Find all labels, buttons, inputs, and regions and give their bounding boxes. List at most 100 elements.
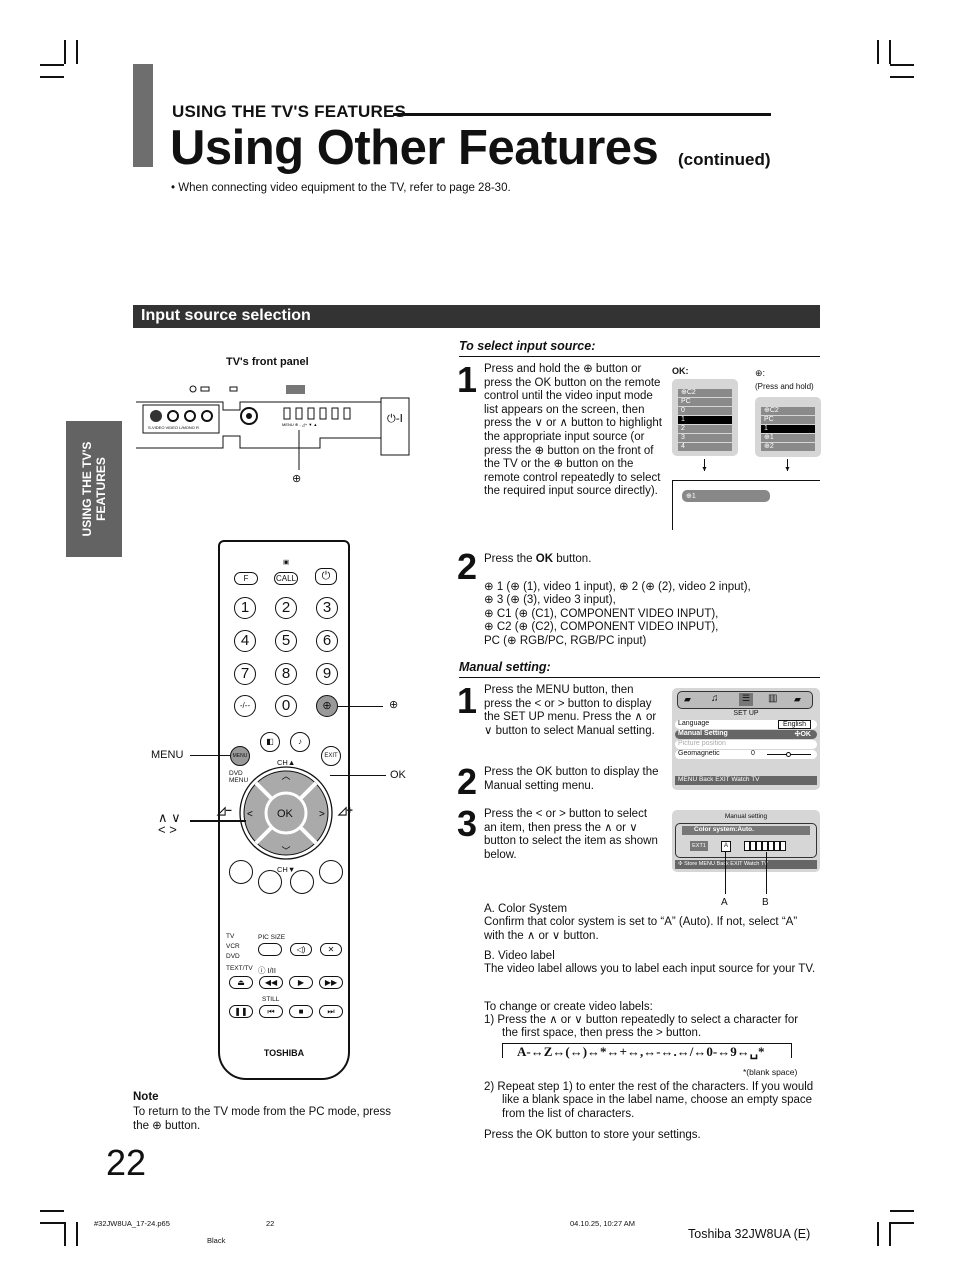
power-button-panel[interactable]: [380, 397, 410, 456]
text-tv-label: TEXT/TV: [226, 965, 253, 972]
vol-down-icon: ◿−: [217, 805, 232, 817]
remote-ff-button[interactable]: ▶▶: [319, 976, 343, 989]
remote-key-dash[interactable]: -/--: [234, 695, 256, 717]
panel-ch-down-button[interactable]: [331, 407, 339, 420]
osd-list-item[interactable]: 2: [678, 425, 732, 433]
indicator-led: [200, 386, 210, 392]
remote-key-3[interactable]: 3: [316, 597, 338, 619]
input-label: EXT1: [690, 841, 708, 851]
manual-step-3-text: Press the < or > button to select an ite…: [484, 808, 658, 861]
remote-blue-button[interactable]: [319, 860, 343, 884]
remote-next-button[interactable]: ⏭: [319, 1005, 343, 1018]
panel-input-button[interactable]: [295, 407, 303, 420]
headphone-jack-center: [246, 413, 252, 419]
video-label-slots[interactable]: [744, 841, 786, 851]
remote-green-button[interactable]: [258, 870, 282, 894]
osd-list-item[interactable]: 4: [678, 443, 732, 451]
panel-ch-up-button[interactable]: [343, 407, 351, 420]
remote-rewind-button[interactable]: ◀◀: [259, 976, 283, 989]
remote-eject-button[interactable]: ⏏: [229, 976, 253, 989]
page-number: 22: [106, 1142, 147, 1183]
osd-result-bar: ⊕1: [682, 490, 770, 502]
remote-pic-size-button[interactable]: [258, 943, 282, 956]
crop-mark: [40, 1222, 64, 1224]
remote-yellow-button[interactable]: [290, 870, 314, 894]
call-indicator-icon: ▣: [283, 559, 290, 566]
osd-list-item[interactable]: 1: [761, 425, 815, 433]
osd-list-item[interactable]: 1: [678, 416, 732, 424]
osd-list-item[interactable]: ⊕C2: [678, 389, 732, 397]
osd-list-item[interactable]: 0: [678, 407, 732, 415]
remote-key-5[interactable]: 5: [275, 630, 297, 652]
side-tab-label: USING THE TV'S FEATURES: [80, 442, 108, 537]
osd-list-item[interactable]: ⊕2: [761, 443, 815, 451]
osd-list-item[interactable]: 3: [678, 434, 732, 442]
item-b-title: B. Video label: [484, 950, 555, 962]
color-system-value[interactable]: A: [721, 841, 731, 852]
remote-key-9[interactable]: 9: [316, 663, 338, 685]
mode-vcr[interactable]: VCR: [226, 942, 240, 952]
dpad-up-icon[interactable]: ︿: [281, 771, 290, 781]
change-labels-heading: To change or create video labels:: [484, 1001, 653, 1013]
panel-vol-down-button[interactable]: [307, 407, 315, 420]
remote-red-button[interactable]: [229, 860, 253, 884]
geomagnetic-slider-knob[interactable]: [786, 752, 791, 757]
mode-dvd[interactable]: DVD: [226, 952, 240, 962]
remote-stop-button[interactable]: ■: [289, 1005, 313, 1018]
setup-row-picture-position[interactable]: Picture position: [675, 740, 817, 749]
remote-pause-button[interactable]: ❚❚: [229, 1005, 253, 1018]
setup-row-manual-setting[interactable]: Manual Setting ✣OK: [675, 730, 817, 739]
arrows-callout-line: [190, 820, 246, 822]
remote-f-button[interactable]: F: [234, 572, 258, 585]
remote-key-7[interactable]: 7: [234, 663, 256, 685]
remote-key-1[interactable]: 1: [234, 597, 256, 619]
ok-callout-line: [330, 775, 386, 776]
remote-key-4[interactable]: 4: [234, 630, 256, 652]
dpad-right-icon[interactable]: >: [319, 809, 325, 820]
menu-callout-line: [190, 755, 230, 756]
osd-list-item[interactable]: PC: [761, 416, 815, 424]
remote-key-0[interactable]: 0: [275, 695, 297, 717]
section-title-bar: Input source selection: [133, 305, 820, 328]
osd-list-item[interactable]: ⊕1: [761, 434, 815, 442]
remote-prev-button[interactable]: ⏮: [259, 1005, 283, 1018]
result-frame-left: [672, 480, 673, 530]
continued-label: (continued): [678, 150, 771, 169]
setup-row-language[interactable]: Language English: [675, 720, 817, 729]
remote-input-button[interactable]: ⊕: [316, 695, 338, 717]
crop-mark: [76, 40, 78, 64]
remote-power-button[interactable]: ⏻: [315, 568, 337, 585]
panel-vol-up-button[interactable]: [319, 407, 327, 420]
dpad-down-icon[interactable]: ﹀: [281, 846, 290, 856]
remote-key-8[interactable]: 8: [275, 663, 297, 685]
remote-play-button[interactable]: ▶: [289, 976, 313, 989]
step-1-text: Press and hold the ⊕ button or press the…: [484, 363, 662, 498]
remote-key-2[interactable]: 2: [275, 597, 297, 619]
panel-menu-button[interactable]: [283, 407, 291, 420]
osd-ok-label: OK:: [672, 366, 689, 376]
remote-picture-button[interactable]: ◧: [260, 732, 280, 752]
picture-tab-icon: ▰: [684, 694, 691, 704]
mode-tv[interactable]: TV: [226, 932, 240, 942]
osd-list-item[interactable]: ⊕C2: [761, 407, 815, 415]
remote-exit-button[interactable]: EXIT: [321, 746, 341, 766]
arrows-left-right: < >: [158, 822, 177, 837]
remote-menu-button[interactable]: MENU: [230, 746, 250, 766]
remote-sound-button[interactable]: ♪: [290, 732, 310, 752]
osd-list-item[interactable]: PC: [678, 398, 732, 406]
callout-b-line: [766, 852, 767, 894]
setup-row-geomagnetic[interactable]: Geomagnetic 0: [675, 750, 817, 759]
section-kicker: USING THE TV'S FEATURES: [172, 102, 407, 121]
osd-ok-list: ⊕C2 PC 0 1 2 3 4: [672, 379, 738, 456]
remote-mute-button[interactable]: ✕: [320, 943, 342, 956]
side-tab-line2: FEATURES: [94, 457, 108, 521]
remote-key-6[interactable]: 6: [316, 630, 338, 652]
osd-hold-list: ⊕C2 PC 1 ⊕1 ⊕2: [755, 397, 821, 457]
dpad-left-icon[interactable]: <: [247, 809, 253, 820]
remote-brand: TOSHIBA: [263, 1048, 305, 1058]
manual-step-2-number: 2: [457, 761, 478, 802]
input-list: ⊕ 1 (⊕ (1), video 1 input), ⊕ 2 (⊕ (2), …: [484, 581, 824, 648]
osd-hold-label: ⊕:: [755, 368, 766, 378]
remote-call-button[interactable]: CALL: [274, 572, 298, 585]
remote-sound-mode-button[interactable]: ◁): [290, 943, 312, 956]
